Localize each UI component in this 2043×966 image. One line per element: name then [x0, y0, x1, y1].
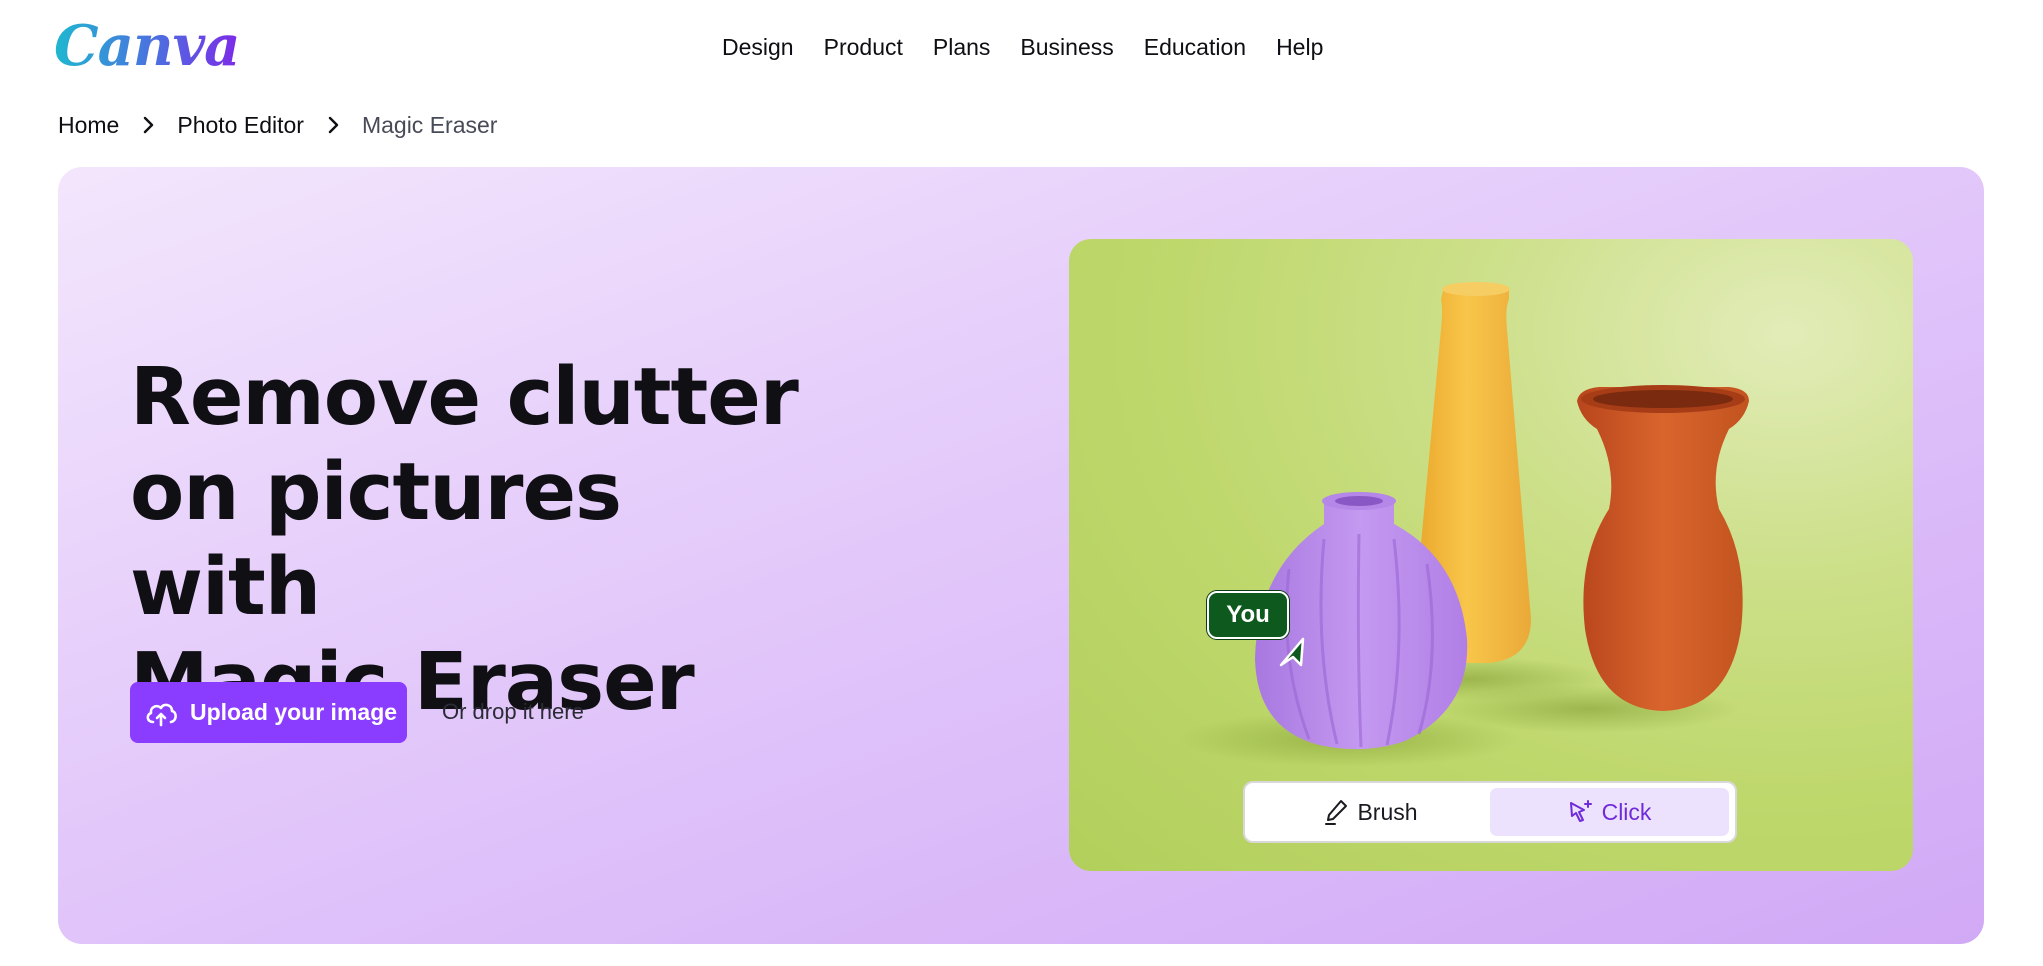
- hero-banner: Remove clutter on pictures with Magic Er…: [58, 167, 1984, 944]
- canva-logo[interactable]: Canva: [54, 14, 240, 78]
- click-mode-button[interactable]: Click: [1490, 788, 1729, 836]
- breadcrumb-home[interactable]: Home: [58, 108, 119, 142]
- click-mode-label: Click: [1601, 798, 1652, 825]
- nav-help[interactable]: Help: [1276, 30, 1323, 64]
- breadcrumb-magic-eraser: Magic Eraser: [361, 112, 498, 138]
- drop-hint: Or drop it here: [442, 699, 584, 724]
- vases-photo: [1179, 282, 1749, 767]
- collaborator-cursor-tag: You: [1207, 591, 1289, 639]
- brush-mode-button[interactable]: Brush: [1251, 788, 1490, 836]
- chevron-right-icon: [328, 108, 340, 142]
- upload-button-label: Upload your image: [190, 699, 398, 725]
- hero-title-line: on pictures with: [130, 446, 622, 633]
- preview-image: You Brush Click: [1069, 239, 1913, 871]
- nav-product[interactable]: Product: [824, 30, 903, 64]
- nav-education[interactable]: Education: [1144, 30, 1246, 64]
- hero-title-line: Remove clutter: [130, 351, 799, 443]
- eraser-mode-toolbar: Brush Click: [1243, 781, 1737, 843]
- site-header: Canva Design Product Plans Business Educ…: [0, 0, 2043, 92]
- main-nav: Design Product Plans Business Education …: [722, 30, 1353, 64]
- nav-design[interactable]: Design: [722, 30, 794, 64]
- breadcrumb-photo-editor[interactable]: Photo Editor: [177, 108, 304, 142]
- click-cursor-icon: [1569, 800, 1592, 822]
- brush-icon: [1325, 800, 1348, 825]
- upload-image-button[interactable]: Upload your image: [130, 682, 407, 743]
- chevron-right-icon: [143, 108, 155, 142]
- brush-mode-label: Brush: [1357, 798, 1418, 825]
- nav-business[interactable]: Business: [1020, 30, 1113, 64]
- pointer-cursor-icon: [1279, 637, 1305, 667]
- nav-plans[interactable]: Plans: [933, 30, 991, 64]
- hero-title: Remove clutter on pictures with Magic Er…: [130, 350, 830, 730]
- cloud-upload-icon: [146, 703, 177, 726]
- breadcrumb: Home Photo Editor Magic Eraser: [58, 108, 497, 142]
